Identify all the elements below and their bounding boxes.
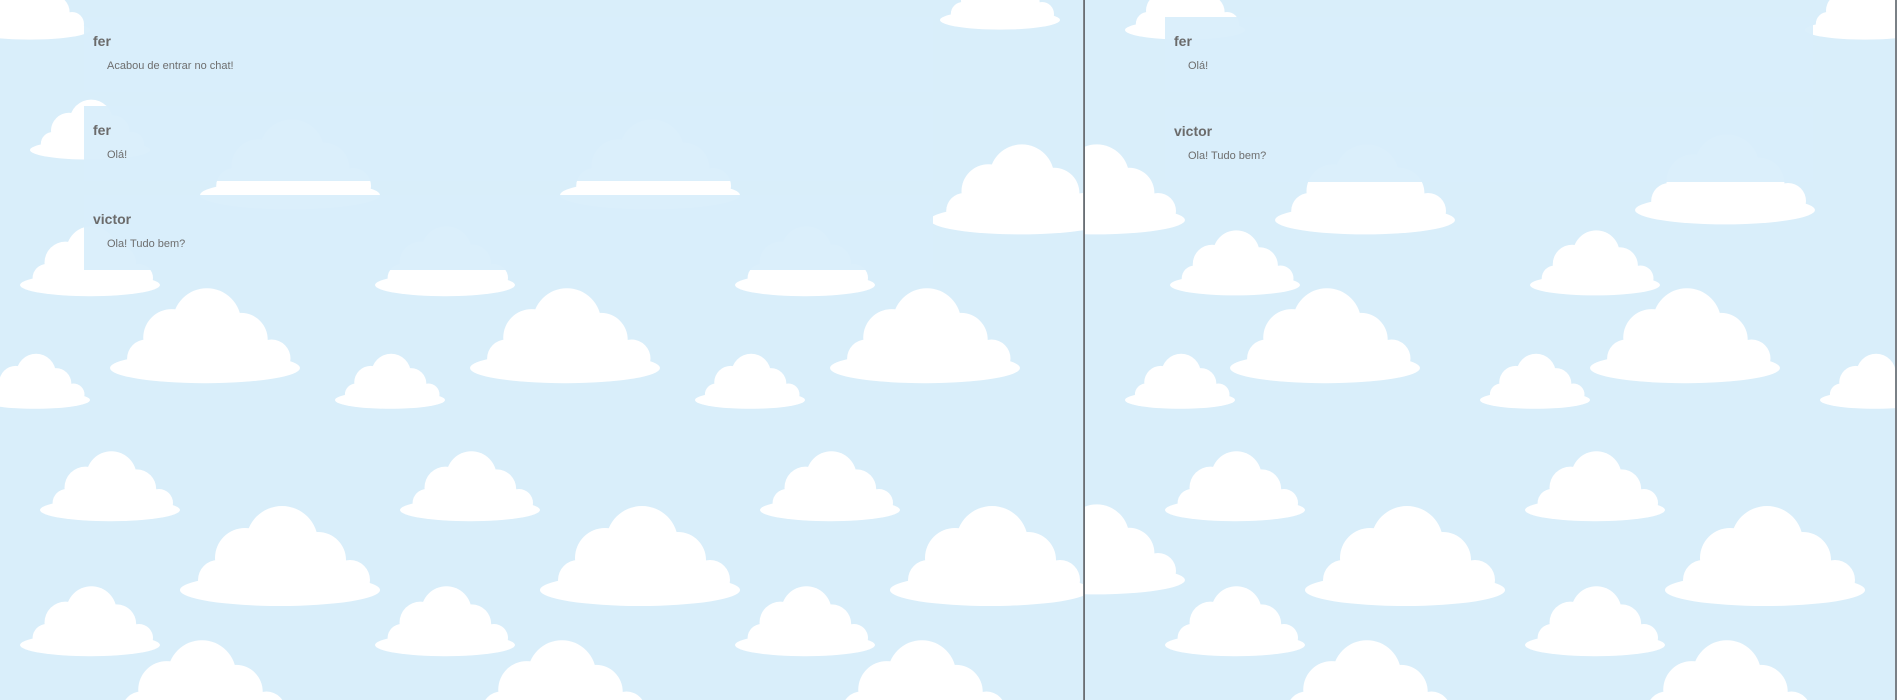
- message-item: victor Ola! Tudo bem?: [1165, 107, 1813, 182]
- chat-window-left: fer Acabou de entrar no chat! fer Olá! v…: [0, 0, 1083, 700]
- message-author: fer: [93, 122, 111, 138]
- message-item: fer Olá!: [84, 106, 933, 181]
- message-author: victor: [93, 211, 132, 227]
- message-author: fer: [93, 33, 111, 49]
- message-text: Olá!: [1188, 60, 1209, 72]
- message-text: Acabou de entrar no chat!: [107, 60, 234, 72]
- message-item: fer Olá!: [1165, 17, 1813, 92]
- message-author: fer: [1174, 33, 1192, 49]
- cloud-background: [1085, 0, 1897, 700]
- cloud-background: [0, 0, 1083, 700]
- chat-window-right: fer Olá! victor Ola! Tudo bem?: [1085, 0, 1897, 700]
- message-author: victor: [1174, 123, 1213, 139]
- message-text: Olá!: [107, 149, 128, 161]
- message-text: Ola! Tudo bem?: [1188, 150, 1267, 162]
- screen: fer Acabou de entrar no chat! fer Olá! v…: [0, 0, 1897, 700]
- message-item: fer Acabou de entrar no chat!: [84, 17, 933, 92]
- message-item: victor Ola! Tudo bem?: [84, 195, 933, 270]
- message-text: Ola! Tudo bem?: [107, 238, 186, 250]
